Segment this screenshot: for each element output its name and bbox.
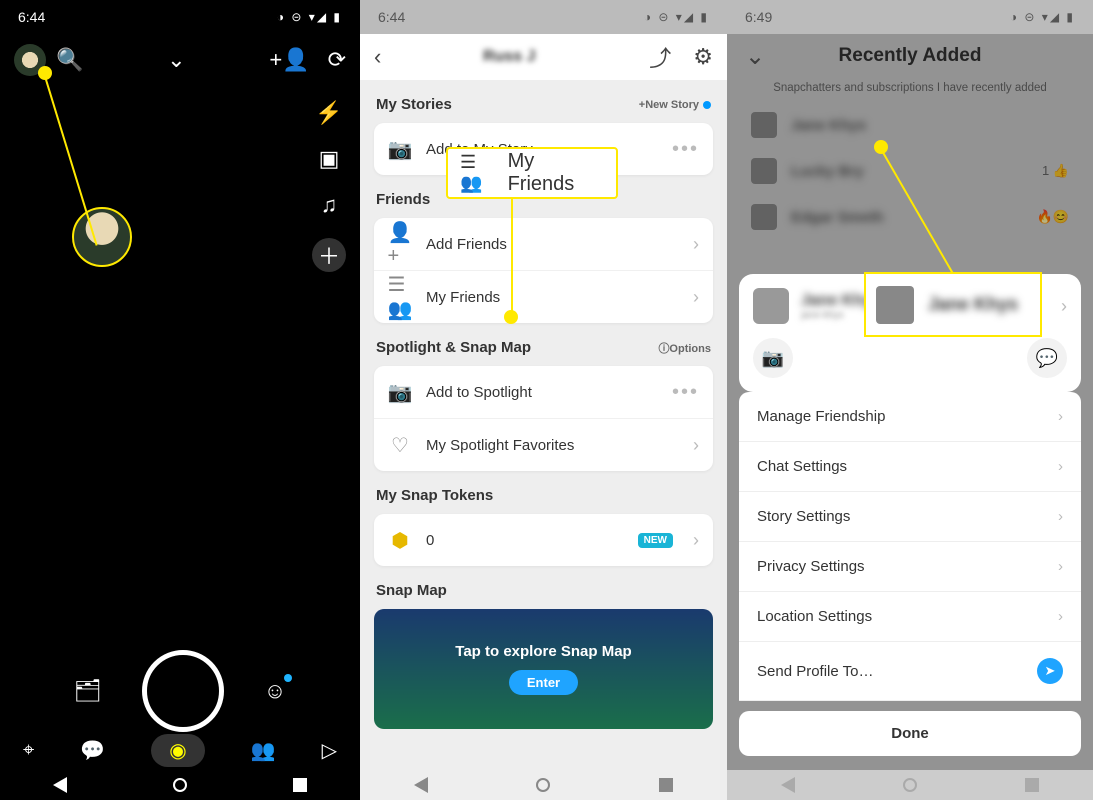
- friends-list-icon: ☰👥: [460, 152, 498, 194]
- status-icons: ◑ ⊝ ▾◢ ▮: [644, 10, 709, 24]
- search-icon[interactable]: 🔍: [56, 47, 83, 73]
- friend-avatar: [753, 288, 789, 324]
- annotation-line: [511, 197, 513, 317]
- camera-button[interactable]: 📷: [753, 338, 793, 378]
- camera-icon: 📷: [388, 137, 412, 161]
- add-friends-row[interactable]: 👤+ Add Friends ›: [374, 218, 713, 270]
- callout-friend: Jane Khys: [864, 272, 1042, 337]
- add-friend-icon[interactable]: +👤: [269, 47, 309, 73]
- friends-list-icon: ☰👥: [388, 285, 412, 309]
- nav-chat-icon[interactable]: 💬: [80, 738, 105, 763]
- nav-friends-icon[interactable]: 👥: [251, 738, 276, 763]
- enter-map-button[interactable]: Enter: [509, 670, 578, 695]
- sheet-location-settings[interactable]: Location Settings›: [739, 592, 1081, 642]
- spotlight-favorites-row[interactable]: ♡ My Spotlight Favorites ›: [374, 418, 713, 471]
- memories-icon[interactable]: 🗂: [74, 678, 102, 704]
- shutter-button[interactable]: [142, 650, 224, 732]
- add-tool-icon[interactable]: ＋: [312, 238, 346, 272]
- flash-icon[interactable]: ⚡: [315, 100, 342, 126]
- nav-map-icon[interactable]: ⌖: [23, 739, 34, 762]
- add-person-icon: 👤+: [388, 232, 412, 256]
- my-friends-row[interactable]: ☰👥 My Friends ›: [374, 270, 713, 323]
- status-icons: ◑ ⊝ ▾◢ ▮: [277, 10, 342, 24]
- spotlight-camera-icon: 📷: [388, 380, 412, 404]
- status-time: 6:44: [18, 9, 45, 25]
- annotation-dot: [38, 66, 52, 80]
- snap-map-card[interactable]: Tap to explore Snap Map Enter: [374, 609, 713, 729]
- lens-icon[interactable]: ☺: [264, 678, 286, 704]
- status-icons: ◑ ⊝ ▾◢ ▮: [1010, 10, 1075, 24]
- sheet-send-profile[interactable]: Send Profile To…➤: [739, 642, 1081, 701]
- chevron-right-icon: ›: [693, 435, 699, 456]
- chevron-right-icon: ›: [1058, 608, 1063, 625]
- chevron-right-icon: ›: [693, 287, 699, 308]
- callout-my-friends: ☰👥 My Friends: [446, 147, 618, 199]
- send-icon[interactable]: ➤: [1037, 658, 1063, 684]
- status-time: 6:44: [378, 9, 405, 25]
- add-spotlight-row[interactable]: 📷 Add to Spotlight •••: [374, 366, 713, 418]
- section-snapmap: Snap Map: [376, 582, 447, 599]
- annotation-dot: [504, 310, 518, 324]
- profile-name: Russ J: [391, 48, 627, 66]
- nav-play-icon[interactable]: ▷: [322, 738, 337, 763]
- android-recent-icon[interactable]: [1025, 778, 1039, 792]
- settings-gear-icon[interactable]: ⚙: [693, 44, 713, 70]
- new-story-dot: [703, 101, 711, 109]
- camera-caret-icon[interactable]: ⌄: [167, 47, 185, 73]
- token-icon: ⬢: [388, 528, 412, 552]
- chat-button[interactable]: 💬: [1027, 338, 1067, 378]
- android-home-icon[interactable]: [173, 778, 187, 792]
- chevron-right-icon: ›: [1058, 508, 1063, 525]
- android-recent-icon[interactable]: [659, 778, 673, 792]
- flip-camera-icon[interactable]: ⟳: [328, 47, 346, 73]
- more-icon[interactable]: •••: [672, 381, 699, 404]
- chevron-right-icon: ›: [693, 234, 699, 255]
- chevron-right-icon: ›: [1058, 458, 1063, 475]
- annotation-line: [43, 73, 98, 246]
- sheet-chat-settings[interactable]: Chat Settings›: [739, 442, 1081, 492]
- sheet-privacy-settings[interactable]: Privacy Settings›: [739, 542, 1081, 592]
- share-icon[interactable]: ⤴: [649, 41, 671, 73]
- android-home-icon[interactable]: [903, 778, 917, 792]
- music-icon[interactable]: ♫: [321, 192, 338, 218]
- friend-avatar: [876, 286, 914, 324]
- android-home-icon[interactable]: [536, 778, 550, 792]
- section-spotlight: Spotlight & Snap Map: [376, 339, 531, 356]
- status-time: 6:49: [745, 9, 772, 25]
- heart-icon: ♡: [388, 433, 412, 457]
- chevron-right-icon[interactable]: ›: [1061, 296, 1067, 317]
- more-icon[interactable]: •••: [672, 138, 699, 161]
- android-recent-icon[interactable]: [293, 778, 307, 792]
- chevron-right-icon: ›: [1058, 408, 1063, 425]
- section-tokens: My Snap Tokens: [376, 487, 493, 504]
- sheet-manage-friendship[interactable]: Manage Friendship›: [739, 392, 1081, 442]
- section-friends: Friends: [376, 191, 430, 208]
- chevron-right-icon: ›: [1058, 558, 1063, 575]
- android-back-icon[interactable]: [781, 777, 795, 793]
- tokens-row[interactable]: ⬢ 0 NEW ›: [374, 514, 713, 566]
- chevron-right-icon: ›: [693, 530, 699, 551]
- annotation-dot: [874, 140, 888, 154]
- android-back-icon[interactable]: [414, 777, 428, 793]
- bitmoji-avatar[interactable]: [72, 207, 132, 267]
- sheet-story-settings[interactable]: Story Settings›: [739, 492, 1081, 542]
- new-badge: NEW: [638, 533, 673, 548]
- android-back-icon[interactable]: [53, 777, 67, 793]
- video-icon[interactable]: ▣: [319, 146, 340, 172]
- back-icon[interactable]: ‹: [374, 44, 381, 70]
- options-button[interactable]: ⓘOptions: [658, 340, 711, 356]
- new-story-button[interactable]: +New Story: [639, 99, 699, 111]
- action-sheet: Manage Friendship› Chat Settings› Story …: [739, 392, 1081, 756]
- section-stories: My Stories: [376, 96, 452, 113]
- nav-camera-icon[interactable]: ◉: [151, 734, 204, 767]
- done-button[interactable]: Done: [739, 711, 1081, 756]
